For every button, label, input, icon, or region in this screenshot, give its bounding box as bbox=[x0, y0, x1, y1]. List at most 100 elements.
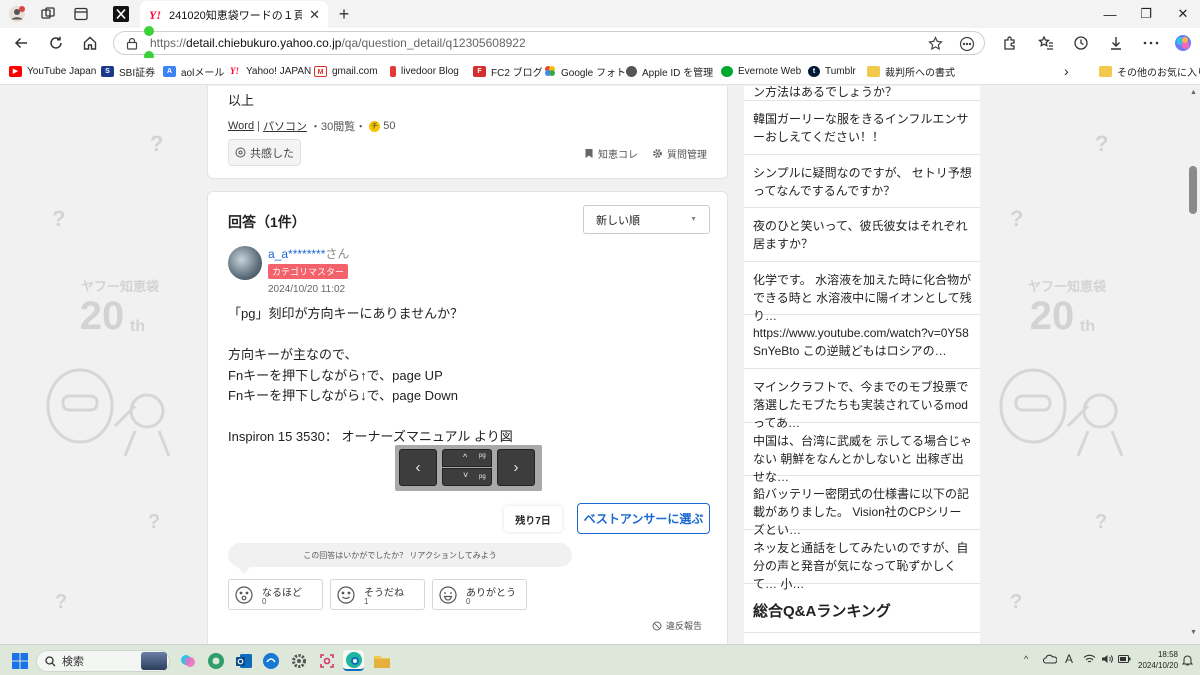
settings-gear-icon[interactable] bbox=[288, 650, 309, 671]
tag-link[interactable]: Word bbox=[228, 120, 254, 132]
related-question-item[interactable]: ネッ友と通話をしてみたいのですが、自分の声と発音が気になって恥ずかしくて… 小… bbox=[744, 530, 980, 591]
bookmark-gmail[interactable]: Mgmail.com bbox=[314, 63, 378, 79]
onedrive-cloud-icon[interactable] bbox=[1043, 654, 1057, 664]
empathy-button[interactable]: 共感した bbox=[228, 139, 301, 166]
ime-mode-indicator[interactable]: A bbox=[1065, 652, 1073, 666]
start-windows-icon[interactable] bbox=[9, 650, 30, 671]
profile-icon[interactable] bbox=[6, 4, 28, 24]
gmail-icon: M bbox=[314, 65, 327, 77]
scrollbar-thumb[interactable] bbox=[1189, 166, 1197, 214]
answerer-id[interactable]: a_a******** bbox=[268, 247, 325, 261]
related-question-item[interactable]: 中国は、台湾に武威を 示してる場合じゃない 朝鮮をなんとかしないと 出稼ぎ出せな… bbox=[744, 423, 980, 484]
answers-card: 回答（1件） 新しい順 ▼ a_a********さん カテゴリマスター 202… bbox=[207, 191, 728, 644]
clock[interactable]: 18:58 2024/10/20 bbox=[1138, 649, 1178, 671]
back-icon[interactable] bbox=[9, 31, 33, 55]
chie-collection-button[interactable]: 知恵コレ bbox=[584, 146, 638, 161]
right-arrow-key: › bbox=[497, 449, 535, 486]
tray-chevron-up-icon[interactable]: ^ bbox=[1024, 654, 1028, 664]
bookmark-fc2[interactable]: F FC2 ブログ bbox=[473, 63, 543, 79]
bookmark-tumblr[interactable]: t Tumblr bbox=[808, 63, 856, 79]
outlook-icon[interactable] bbox=[233, 650, 254, 671]
volume-icon[interactable] bbox=[1101, 654, 1114, 664]
bookmark-aol[interactable]: Aaolメール bbox=[163, 63, 224, 79]
edge-blue-icon[interactable] bbox=[260, 650, 281, 671]
wifi-icon[interactable] bbox=[1083, 654, 1096, 664]
related-question-item[interactable]: 韓国ガーリーな服をきるインフルエンサーおしえてください！！ bbox=[744, 101, 980, 155]
copilot-taskbar-icon[interactable] bbox=[177, 650, 198, 671]
downloads-icon[interactable] bbox=[1104, 31, 1128, 55]
minimize-icon[interactable]: — bbox=[1098, 4, 1122, 24]
sort-select[interactable]: 新しい順 ▼ bbox=[583, 205, 710, 234]
answerer-name[interactable]: a_a********さん bbox=[268, 245, 349, 262]
view-count: ・30閲覧・ bbox=[309, 121, 367, 133]
favorite-star-icon[interactable] bbox=[928, 36, 943, 51]
file-explorer-icon[interactable] bbox=[371, 650, 392, 671]
refresh-icon[interactable] bbox=[44, 31, 68, 55]
answer-body: 「pg」刻印が方向キーにありませんか？ 方向キーが主なので、 Fnキーを押下しな… bbox=[228, 304, 513, 448]
battery-icon[interactable] bbox=[1118, 654, 1131, 664]
bookmark-sbi[interactable]: S SBI証券 bbox=[101, 63, 155, 79]
maximize-icon[interactable]: ❐ bbox=[1134, 4, 1158, 24]
bookmarks-overflow-icon[interactable]: › bbox=[1064, 63, 1069, 79]
bookmark-evernote[interactable]: Evernote Web bbox=[721, 63, 801, 79]
best-answer-button[interactable]: ベストアンサーに選ぶ bbox=[577, 503, 710, 534]
new-tab-icon[interactable]: + bbox=[333, 4, 355, 24]
tab-x[interactable] bbox=[110, 4, 132, 24]
snipping-tool-icon[interactable] bbox=[316, 650, 337, 671]
close-window-icon[interactable]: ✕ bbox=[1171, 4, 1195, 24]
settings-menu-icon[interactable] bbox=[1139, 31, 1163, 55]
home-icon[interactable] bbox=[78, 31, 102, 55]
address-bar[interactable]: https://detail.chiebukuro.yahoo.co.jp/qa… bbox=[113, 31, 985, 55]
bookmark-other-folder[interactable]: その他のお気に入り bbox=[1099, 63, 1200, 79]
lock-icon[interactable] bbox=[126, 37, 138, 50]
reaction-naruhodo-button[interactable]: なるほど 0 bbox=[228, 579, 323, 610]
history-icon[interactable] bbox=[1069, 31, 1093, 55]
bookmark-label: livedoor Blog bbox=[401, 65, 459, 77]
reaction-label: なるほど bbox=[262, 588, 302, 599]
related-question-text: ネッ友と通話をしてみたいのですが、自分の声と発音が気になって恥ずかしくて… 小… bbox=[753, 541, 969, 591]
bookmark-label: FC2 ブログ bbox=[491, 67, 543, 79]
tag-link[interactable]: パソコン bbox=[263, 118, 307, 134]
bookmark-label: YouTube Japan bbox=[27, 65, 97, 77]
related-question-item[interactable]: 化学です。 水溶液を加えた時に化合物ができる時と 水溶液中に陽イオンとして残り… bbox=[744, 262, 980, 323]
tab-actions-icon[interactable] bbox=[70, 4, 92, 24]
bookmark-label: aolメール bbox=[181, 67, 225, 79]
question-manage-button[interactable]: 質問管理 bbox=[652, 146, 707, 161]
bookmark-yahoo[interactable]: Y! Yahoo! JAPAN bbox=[228, 63, 311, 79]
extensions-icon[interactable] bbox=[998, 31, 1022, 55]
favorites-icon[interactable] bbox=[1034, 31, 1058, 55]
related-question-item[interactable]: ン方法はあるでしょうか？ bbox=[744, 86, 980, 101]
edge-dev-icon[interactable] bbox=[205, 650, 226, 671]
notification-bell-icon[interactable] bbox=[1182, 654, 1193, 666]
bookmark-youtube[interactable]: ▶ YouTube Japan bbox=[9, 63, 96, 79]
copilot-icon[interactable] bbox=[1171, 31, 1195, 55]
report-link[interactable]: 違反報告 bbox=[652, 619, 702, 632]
page-scrollbar[interactable]: ▲ ▼ bbox=[1186, 86, 1200, 644]
related-question-item[interactable]: 鉛バッテリー密閉式の仕様書に以下の記載がありました。 Vision社のCPシリー… bbox=[744, 476, 980, 537]
scroll-down-icon[interactable]: ▼ bbox=[1190, 629, 1197, 636]
bookmark-saibansho[interactable]: 裁判所への書式 bbox=[867, 63, 955, 79]
reaction-soudane-button[interactable]: そうだね 1 bbox=[330, 579, 425, 610]
avatar[interactable] bbox=[228, 246, 262, 280]
livedoor-icon bbox=[390, 65, 396, 77]
related-question-item[interactable]: 夜のひと笑いって、彼氏彼女はそれぞれ居ますか？ bbox=[744, 208, 980, 262]
more-page-actions-icon[interactable] bbox=[959, 36, 975, 52]
workspaces-icon[interactable] bbox=[37, 4, 59, 24]
related-question-item[interactable]: マインクラフトで、今までのモブ投票で落選したモブたちも実装されているmodってあ… bbox=[744, 369, 980, 430]
tab-active[interactable]: Y! 241020知恵袋ワードの１頁後に移動 ✕ bbox=[140, 1, 328, 28]
taskbar-search[interactable]: 検索 bbox=[36, 650, 170, 672]
edge-active-icon[interactable] bbox=[343, 650, 364, 671]
bookmark-apple[interactable]: Apple ID を管理 bbox=[626, 63, 713, 79]
scroll-up-icon[interactable]: ▲ bbox=[1190, 89, 1197, 96]
bookmark-label: gmail.com bbox=[332, 65, 378, 77]
bookmark-livedoor[interactable]: livedoor Blog bbox=[390, 63, 459, 79]
question-meta: Word | パソコン ・30閲覧・ チ 50 bbox=[228, 118, 395, 134]
bookmark-google-photos[interactable]: Google フォト bbox=[544, 63, 626, 79]
left-arrow-key: ‹ bbox=[399, 449, 437, 486]
answerer-suffix: さん bbox=[325, 247, 350, 261]
reaction-arigatou-button[interactable]: ありがとう 0 bbox=[432, 579, 527, 610]
tab-close-icon[interactable]: ✕ bbox=[309, 7, 320, 23]
related-question-item[interactable]: シンプルに疑問なのですが、 セトリ予想ってなんでするんですか？ bbox=[744, 155, 980, 208]
related-question-item[interactable]: https://www.youtube.com/watch?v=0Y58SnYe… bbox=[744, 315, 980, 369]
pg-label: pg bbox=[479, 453, 486, 459]
